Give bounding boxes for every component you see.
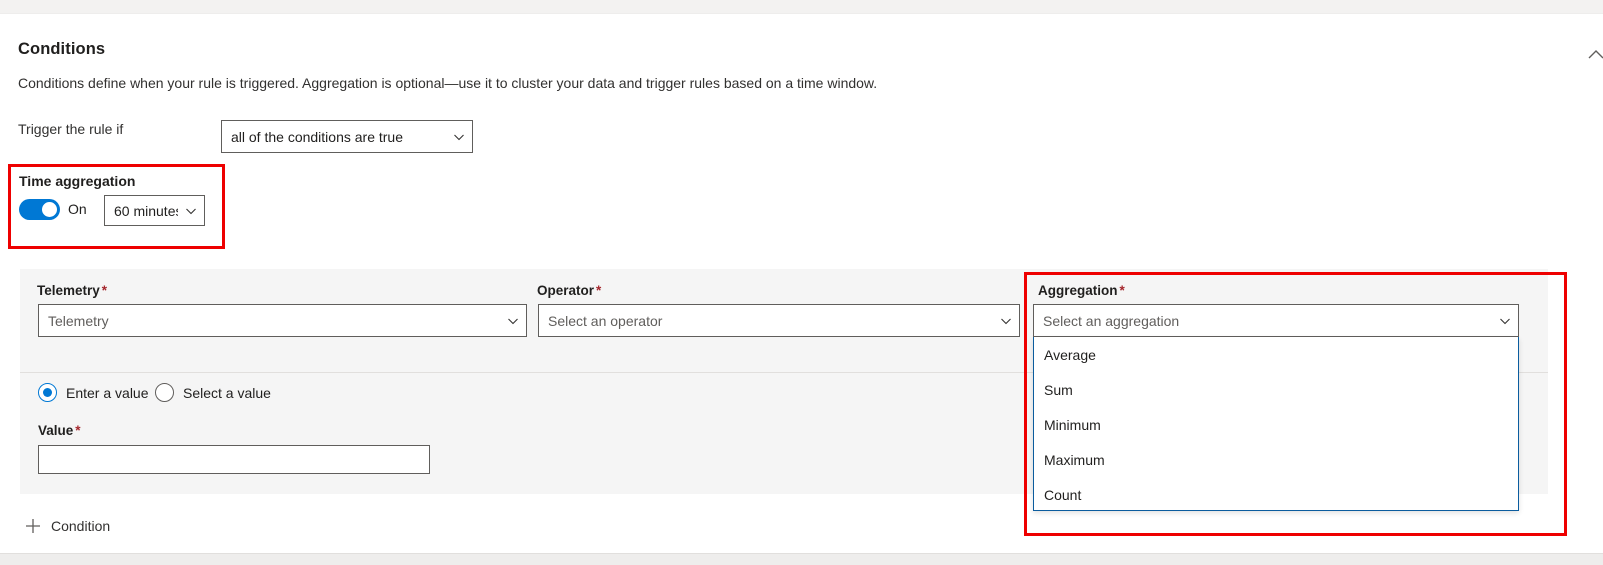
section-description: Conditions define when your rule is trig… (18, 75, 878, 91)
chevron-down-icon (993, 315, 1019, 327)
time-aggregation-toggle-state: On (68, 201, 87, 217)
add-condition-label: Condition (51, 518, 111, 534)
trigger-condition-value: all of the conditions are true (231, 128, 403, 145)
telemetry-label-text: Telemetry (37, 283, 100, 298)
aggregation-value: Select an aggregation (1043, 312, 1180, 329)
radio-select-a-value-label: Select a value (183, 384, 271, 401)
telemetry-dropdown[interactable]: Telemetry (38, 304, 527, 337)
operator-label-text: Operator (537, 283, 595, 298)
value-label-text: Value (38, 423, 74, 438)
trigger-rule-label: Trigger the rule if (18, 121, 124, 137)
radio-select-a-value[interactable]: Select a value (155, 383, 271, 402)
radio-select-a-value-indicator (155, 383, 174, 402)
required-indicator: * (1119, 283, 1125, 298)
aggregation-option-minimum[interactable]: Minimum (1034, 407, 1518, 442)
time-aggregation-label: Time aggregation (19, 173, 136, 189)
aggregation-label-text: Aggregation (1038, 283, 1118, 298)
aggregation-option-maximum[interactable]: Maximum (1034, 442, 1518, 477)
required-indicator: * (596, 283, 602, 298)
required-indicator: * (101, 283, 108, 298)
conditions-section: Conditions Conditions define when your r… (0, 14, 1603, 553)
aggregation-option-count[interactable]: Count (1034, 477, 1518, 510)
telemetry-label: Telemetry * (37, 283, 107, 298)
radio-enter-a-value-indicator (38, 383, 57, 402)
aggregation-label: Aggregation * (1038, 283, 1125, 298)
toggle-knob (42, 202, 57, 217)
value-label: Value * (38, 423, 81, 438)
chevron-down-icon (178, 205, 204, 217)
chevron-down-icon (446, 131, 472, 143)
operator-label: Operator * (537, 283, 601, 298)
trigger-condition-dropdown[interactable]: all of the conditions are true (221, 120, 473, 153)
operator-value: Select an operator (548, 312, 663, 329)
telemetry-value: Telemetry (48, 312, 109, 329)
add-condition-button[interactable]: Condition (24, 517, 110, 535)
time-aggregation-toggle[interactable] (19, 199, 60, 220)
radio-enter-a-value[interactable]: Enter a value (38, 383, 149, 402)
collapse-chevron-icon[interactable] (1585, 44, 1603, 66)
time-window-value: 60 minutes (114, 202, 178, 219)
top-chrome-strip (0, 0, 1603, 14)
aggregation-options-menu[interactable]: Average Sum Minimum Maximum Count (1033, 337, 1519, 511)
plus-icon (24, 517, 42, 535)
page-title: Conditions (18, 40, 106, 58)
radio-enter-a-value-label: Enter a value (66, 384, 149, 401)
time-window-dropdown[interactable]: 60 minutes (104, 195, 205, 226)
aggregation-option-sum[interactable]: Sum (1034, 372, 1518, 407)
conditions-panel: Conditions Conditions define when your r… (0, 0, 1603, 565)
chevron-down-icon (500, 315, 526, 327)
bottom-chrome-strip (0, 553, 1603, 565)
operator-dropdown[interactable]: Select an operator (538, 304, 1020, 337)
value-input[interactable] (38, 445, 430, 474)
chevron-down-icon (1492, 315, 1518, 327)
aggregation-option-average[interactable]: Average (1034, 337, 1518, 372)
required-indicator: * (75, 423, 81, 438)
aggregation-dropdown[interactable]: Select an aggregation (1033, 304, 1519, 337)
